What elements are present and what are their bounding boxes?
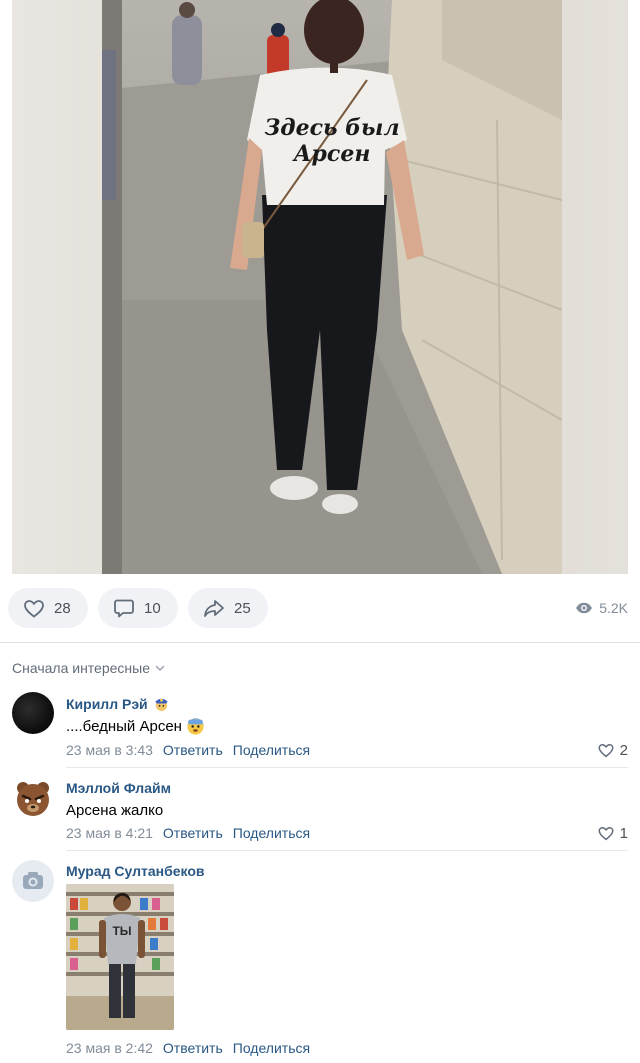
comment-date[interactable]: 23 мая в 2:42 (66, 1040, 153, 1056)
eye-icon (576, 602, 593, 614)
comment-date[interactable]: 23 мая в 3:43 (66, 742, 153, 758)
comment-separator (66, 850, 628, 851)
comment-author[interactable]: Мэллой Флайм (66, 780, 171, 796)
comment-like-button[interactable]: 2 (597, 741, 628, 759)
comment-author-name: Кирилл Рэй (66, 695, 148, 712)
scared-face-emoji-icon (187, 718, 204, 735)
view-count: 5.2K (599, 600, 628, 616)
comment-author-name: Мэллой Флайм (66, 780, 171, 796)
reply-button[interactable]: Ответить (163, 1040, 223, 1056)
comment-date[interactable]: 23 мая в 4:21 (66, 825, 153, 841)
reply-button[interactable]: Ответить (163, 742, 223, 758)
comment-text: ....бедный Арсен (66, 717, 205, 736)
like-count: 28 (54, 599, 71, 617)
comment-button[interactable]: 10 (98, 588, 178, 628)
comment-like-count: 1 (619, 824, 628, 842)
comment-text-body: ....бедный Арсен (66, 718, 182, 735)
comment-author-name: Мурад Султанбеков (66, 863, 205, 879)
shirt-print-line2: Арсен (293, 141, 371, 167)
comment-author[interactable]: Мурад Султанбеков (66, 863, 205, 879)
comment-like-count: 2 (619, 741, 628, 759)
share-count: 25 (234, 599, 251, 617)
comment-separator (66, 767, 628, 768)
comment-text: Арсена жалко (66, 802, 163, 819)
avatar[interactable] (12, 777, 54, 819)
share-arrow-icon (204, 600, 224, 617)
avatar[interactable] (12, 692, 54, 734)
view-counter: 5.2K (575, 599, 628, 617)
shirt-print-line1: Здесь был (264, 115, 400, 141)
heart-icon (598, 826, 614, 841)
comment-author[interactable]: Кирилл Рэй (66, 695, 170, 712)
comments-sort-dropdown[interactable]: Сначала интересные (12, 660, 166, 676)
share-comment-button[interactable]: Поделиться (233, 1040, 310, 1056)
share-button[interactable]: 25 (188, 588, 268, 628)
photo-scene (102, 0, 562, 574)
police-emoji-icon (155, 698, 168, 712)
post-photo-frame: Здесь был Арсен (12, 0, 628, 574)
share-comment-button[interactable]: Поделиться (233, 742, 310, 758)
comment-text-body: Арсена жалко (66, 802, 164, 819)
heart-icon (24, 600, 44, 618)
heart-icon (598, 743, 614, 758)
comment-meta: 23 мая в 2:42 Ответить Поделиться (66, 1040, 310, 1056)
chevron-down-icon (155, 665, 165, 672)
post-divider (0, 642, 640, 643)
comment-photo-attachment[interactable]: ТЫ (66, 884, 174, 1030)
comment-meta: 23 мая в 4:21 Ответить Поделиться (66, 825, 310, 841)
attachment-shirt-text: ТЫ (112, 924, 132, 938)
like-button[interactable]: 28 (8, 588, 88, 628)
bear-avatar-image (17, 782, 49, 816)
post-actions-bar: 28 10 25 5.2K (0, 588, 640, 630)
avatar[interactable] (12, 860, 54, 902)
sort-label: Сначала интересные (12, 660, 150, 676)
comment-bubble-icon (114, 599, 134, 618)
comment-like-button[interactable]: 1 (597, 824, 628, 842)
store-photo (66, 884, 174, 1030)
comment-meta: 23 мая в 3:43 Ответить Поделиться (66, 742, 310, 758)
post-photo[interactable]: Здесь был Арсен (102, 0, 562, 574)
reply-button[interactable]: Ответить (163, 825, 223, 841)
camera-icon (23, 872, 43, 889)
comment-count: 10 (144, 599, 161, 617)
share-comment-button[interactable]: Поделиться (233, 825, 310, 841)
